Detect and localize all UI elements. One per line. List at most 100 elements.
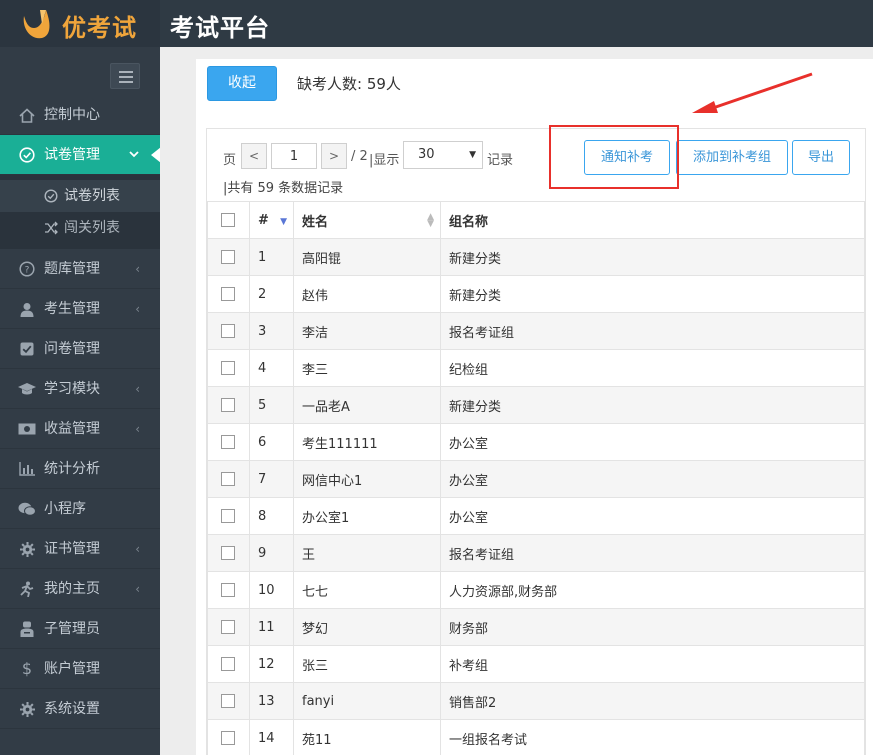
row-number: 2	[249, 275, 294, 313]
table-row[interactable]: 1 高阳锟 新建分类	[207, 238, 865, 276]
page-number-input[interactable]	[271, 143, 317, 169]
prev-page-button[interactable]: <	[241, 143, 267, 169]
table-header-row: # ▼ 姓名 ▲ ▼ 组名称	[207, 201, 865, 239]
sidebar-item-account-management[interactable]: $ 账户管理	[0, 649, 160, 689]
sidebar-item-label: 小程序	[44, 501, 86, 517]
table-row[interactable]: 8 办公室1 办公室	[207, 497, 865, 535]
sidebar-subitem-paper-list[interactable]: 试卷列表	[0, 180, 160, 212]
header-label: 姓名	[302, 214, 329, 230]
sidebar-item-statistics[interactable]: 统计分析	[0, 449, 160, 489]
sidebar: 控制中心 试卷管理 试卷列表 闯关列表 ? 题库管理 ‹ 考生管理 ‹ 问卷管理…	[0, 47, 161, 755]
table-row[interactable]: 13 fanyi 销售部2	[207, 682, 865, 720]
sidebar-item-questionnaire-management[interactable]: 问卷管理	[0, 329, 160, 369]
table-row[interactable]: 6 考生111111 办公室	[207, 423, 865, 461]
row-group: 办公室	[440, 497, 865, 535]
sidebar-item-label: 问卷管理	[44, 341, 100, 357]
hamburger-icon	[119, 71, 133, 73]
row-number: 9	[249, 534, 294, 572]
add-to-makeup-group-button[interactable]: 添加到补考组	[676, 140, 788, 175]
row-select-cell	[207, 645, 250, 683]
sidebar-subitem-challenge-list[interactable]: 闯关列表	[0, 212, 160, 244]
row-checkbox[interactable]	[221, 361, 235, 375]
table-body: 1 高阳锟 新建分类 2 赵伟 新建分类 3 李洁 报名考证组 4 李三 纪检组 5 一品老A 新建分类 6 考…	[207, 238, 865, 755]
row-select-cell	[207, 312, 250, 350]
row-select-cell	[207, 386, 250, 424]
sidebar-item-learning-module[interactable]: 学习模块 ‹	[0, 369, 160, 409]
bar-chart-icon	[18, 449, 36, 489]
header-label: 组名称	[449, 214, 489, 230]
select-all-checkbox[interactable]	[221, 213, 235, 227]
table-row[interactable]: 4 李三 纪检组	[207, 349, 865, 387]
row-checkbox[interactable]	[221, 250, 235, 264]
sidebar-item-certificate-management[interactable]: 证书管理 ‹	[0, 529, 160, 569]
sidebar-item-exam-paper-management[interactable]: 试卷管理	[0, 135, 161, 175]
chevron-left-icon: ‹	[135, 582, 140, 596]
row-checkbox[interactable]	[221, 657, 235, 671]
row-name: 网信中心1	[293, 460, 441, 498]
collapse-button[interactable]: 收起	[207, 66, 277, 101]
sidebar-item-label: 统计分析	[44, 461, 100, 477]
chevron-left-icon: ‹	[135, 382, 140, 396]
sort-desc-icon: ▼	[280, 217, 287, 227]
table-row[interactable]: 7 网信中心1 办公室	[207, 460, 865, 498]
records-label: 记录	[487, 153, 514, 168]
sidebar-item-question-bank[interactable]: ? 题库管理 ‹	[0, 249, 160, 289]
sidebar-item-revenue-management[interactable]: 收益管理 ‹	[0, 409, 160, 449]
row-checkbox[interactable]	[221, 731, 235, 745]
settings-icon	[18, 689, 36, 729]
sidebar-item-candidate-management[interactable]: 考生管理 ‹	[0, 289, 160, 329]
row-select-cell	[207, 460, 250, 498]
sidebar-item-mini-program[interactable]: 小程序	[0, 489, 160, 529]
sidebar-item-my-homepage[interactable]: 我的主页 ‹	[0, 569, 160, 609]
table-row[interactable]: 3 李洁 报名考证组	[207, 312, 865, 350]
row-checkbox[interactable]	[221, 324, 235, 338]
row-checkbox[interactable]	[221, 287, 235, 301]
table-row[interactable]: 5 一品老A 新建分类	[207, 386, 865, 424]
row-checkbox[interactable]	[221, 509, 235, 523]
table-row[interactable]: 11 梦幻 财务部	[207, 608, 865, 646]
table-row[interactable]: 12 张三 补考组	[207, 645, 865, 683]
app-title: 考试平台	[170, 14, 270, 42]
sidebar-item-control-center[interactable]: 控制中心	[0, 95, 160, 135]
column-header-name[interactable]: 姓名 ▲ ▼	[293, 201, 441, 239]
check-circle-icon	[18, 135, 36, 175]
wechat-icon	[18, 489, 36, 529]
row-select-cell	[207, 423, 250, 461]
sidebar-menu: 控制中心 试卷管理 试卷列表 闯关列表 ? 题库管理 ‹ 考生管理 ‹ 问卷管理…	[0, 95, 161, 729]
row-number: 14	[249, 719, 294, 755]
sort-icon: ▲ ▼	[427, 212, 434, 229]
question-circle-icon: ?	[18, 249, 36, 289]
row-number: 3	[249, 312, 294, 350]
row-name: 苑11	[293, 719, 441, 755]
column-header-number[interactable]: # ▼	[249, 201, 294, 239]
table-row[interactable]: 10 七七 人力资源部,财务部	[207, 571, 865, 609]
row-checkbox[interactable]	[221, 694, 235, 708]
row-name: 一品老A	[293, 386, 441, 424]
row-group: 补考组	[440, 645, 865, 683]
row-number: 10	[249, 571, 294, 609]
sidebar-item-system-settings[interactable]: 系统设置	[0, 689, 160, 729]
header-label: #	[258, 212, 269, 228]
chevron-left-icon: ‹	[135, 302, 140, 316]
table-row[interactable]: 14 苑11 一组报名考试	[207, 719, 865, 755]
graduation-cap-icon	[18, 369, 36, 409]
row-checkbox[interactable]	[221, 472, 235, 486]
row-name: 七七	[293, 571, 441, 609]
show-label: |显示	[369, 153, 400, 168]
table-row[interactable]: 2 赵伟 新建分类	[207, 275, 865, 313]
page-size-select[interactable]: 30 ▼	[403, 141, 483, 169]
row-checkbox[interactable]	[221, 583, 235, 597]
menu-toggle-button[interactable]	[110, 63, 140, 89]
export-button[interactable]: 导出	[792, 140, 850, 175]
row-checkbox[interactable]	[221, 546, 235, 560]
sidebar-item-sub-admin[interactable]: 子管理员	[0, 609, 160, 649]
row-group: 报名考证组	[440, 534, 865, 572]
row-name: 张三	[293, 645, 441, 683]
table-row[interactable]: 9 王报名考证组	[207, 534, 865, 572]
row-group: 一组报名考试	[440, 719, 865, 755]
row-checkbox[interactable]	[221, 398, 235, 412]
next-page-button[interactable]: >	[321, 143, 347, 169]
row-checkbox[interactable]	[221, 435, 235, 449]
caret-down-icon: ▼	[469, 150, 476, 160]
row-checkbox[interactable]	[221, 620, 235, 634]
